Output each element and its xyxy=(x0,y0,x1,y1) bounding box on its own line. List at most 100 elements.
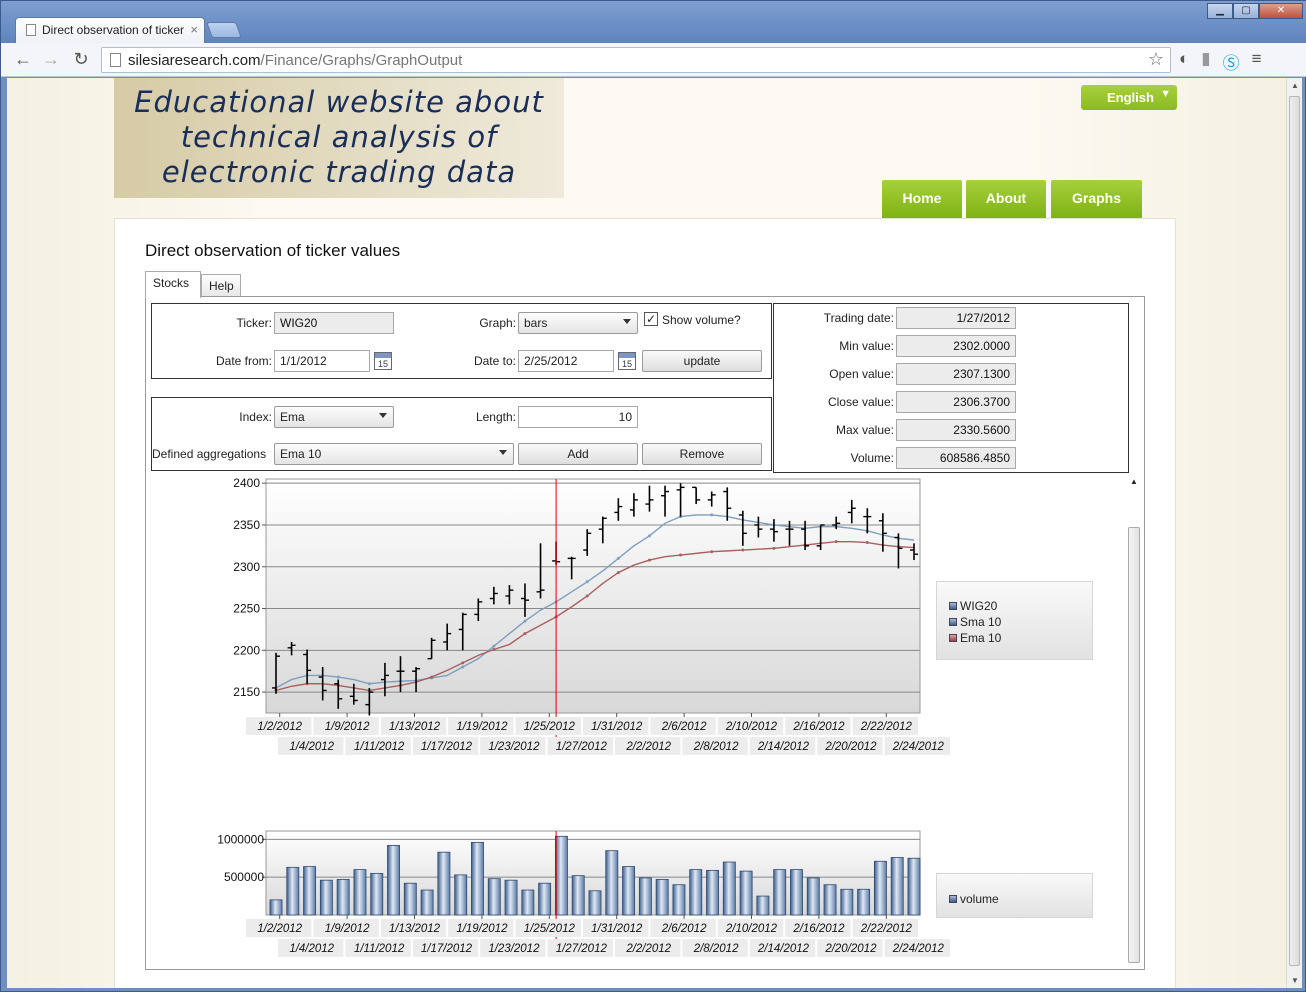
chart-scroll-thumb[interactable] xyxy=(1128,527,1140,963)
back-arrow-icon[interactable]: ← xyxy=(13,49,33,69)
sma-line-point xyxy=(585,580,589,584)
y-tick-label: 1000000 xyxy=(217,832,264,846)
ticker-settings-box: Ticker: WIG20 Graph: bars ✓ Show volume?… xyxy=(151,303,772,379)
add-button[interactable]: Add xyxy=(518,443,638,465)
volume-bar xyxy=(790,869,803,916)
max-value-label: Max value: xyxy=(835,423,894,437)
x-tick-label: 1/27/2012 xyxy=(556,741,608,753)
date-from-label: Date from: xyxy=(215,354,272,368)
x-tick-label: 2/10/2012 xyxy=(725,721,778,733)
volume-bar xyxy=(638,877,652,916)
sma-line-point xyxy=(710,513,714,517)
signal-extension-icon[interactable]: ▮ xyxy=(1201,49,1210,74)
browser-tab-title: Direct observation of ticker xyxy=(42,23,185,37)
extension-icons: ◐ ▮ Ⓢ ≡ xyxy=(1179,49,1262,74)
sma-line-point xyxy=(647,534,651,538)
bookmark-star-icon[interactable]: ☆ xyxy=(1148,49,1164,70)
page-scroll-thumb[interactable] xyxy=(1289,96,1300,966)
price-plot-area xyxy=(265,478,921,714)
legend-label: Ema 10 xyxy=(960,631,1002,645)
volume-value: 608586.4850 xyxy=(896,447,1016,469)
document-icon xyxy=(26,24,36,36)
open-value-label: Open value: xyxy=(829,367,894,381)
graph-type-select[interactable]: bars xyxy=(518,312,638,334)
x-tick-label: 2/14/2012 xyxy=(757,741,810,753)
ema-line-point xyxy=(834,540,838,544)
tab-help[interactable]: Help xyxy=(201,274,241,296)
trading-details-box: Trading date: 1/27/2012 Min value: 2302.… xyxy=(773,303,1129,473)
scroll-down-icon[interactable]: ▼ xyxy=(1291,976,1299,985)
index-select[interactable]: Ema xyxy=(274,406,394,428)
x-tick-label: 1/17/2012 xyxy=(421,943,473,955)
volume-bar xyxy=(890,857,904,916)
date-from-field[interactable]: 1/1/2012 xyxy=(274,350,370,372)
menu-icon[interactable]: ≡ xyxy=(1252,49,1262,74)
forward-arrow-icon[interactable]: → xyxy=(41,49,61,69)
ema-line-point xyxy=(741,548,745,552)
volume-bar xyxy=(605,850,619,916)
x-tick-label: 2/2/2012 xyxy=(625,741,671,753)
ticker-field[interactable]: WIG20 xyxy=(274,312,394,334)
calendar-icon[interactable]: 15 xyxy=(374,352,392,370)
length-label: Length: xyxy=(475,410,516,424)
scroll-up-icon[interactable]: ▲ xyxy=(1130,477,1138,486)
update-button[interactable]: update xyxy=(642,350,762,372)
y-tick-label: 2350 xyxy=(233,518,260,532)
x-tick-label: 1/13/2012 xyxy=(389,721,441,733)
volume-bar xyxy=(387,844,400,916)
browser-tab[interactable]: Direct observation of ticker × xyxy=(15,17,205,43)
close-tab-icon[interactable]: × xyxy=(190,22,198,37)
banner-line: technical analysis of xyxy=(180,120,498,154)
date-to-label: Date to: xyxy=(473,354,516,368)
x-tick-label: 2/10/2012 xyxy=(725,923,778,935)
chart-scrollbar[interactable]: ▲ xyxy=(1126,475,1142,965)
ema-line-point xyxy=(585,594,589,598)
menu-about[interactable]: About xyxy=(966,180,1046,218)
chevron-down-icon xyxy=(499,450,507,455)
x-tick-label: 1/23/2012 xyxy=(488,741,540,753)
tab-strip: Direct observation of ticker × ▁ ▢ ✕ xyxy=(1,1,1306,43)
calendar-icon[interactable]: 15 xyxy=(618,352,636,370)
chevron-down-icon: ▼ xyxy=(1160,88,1171,100)
legend-item-ema: Ema 10 xyxy=(949,630,1092,646)
close-window-button[interactable]: ✕ xyxy=(1259,3,1303,19)
x-tick-label: 1/17/2012 xyxy=(421,741,473,753)
close-value: 2306.3700 xyxy=(896,391,1016,413)
legend-item-sma: Sma 10 xyxy=(949,614,1092,630)
ema-line-point xyxy=(710,550,714,554)
aggregations-select[interactable]: Ema 10 xyxy=(274,443,514,465)
menu-home[interactable]: Home xyxy=(882,180,962,218)
stocks-panel: Ticker: WIG20 Graph: bars ✓ Show volume?… xyxy=(145,296,1145,970)
show-volume-checkbox[interactable]: ✓ xyxy=(644,312,658,326)
skype-icon[interactable]: Ⓢ xyxy=(1223,49,1240,74)
scroll-up-icon[interactable]: ▲ xyxy=(1291,81,1299,90)
new-tab-button[interactable] xyxy=(206,22,242,38)
remove-button[interactable]: Remove xyxy=(642,443,762,465)
tab-stocks[interactable]: Stocks xyxy=(145,271,201,298)
volume-bar xyxy=(873,860,887,916)
menu-graphs[interactable]: Graphs xyxy=(1051,180,1142,218)
volume-bar xyxy=(706,869,719,916)
legend-swatch xyxy=(949,895,957,903)
graph-label: Graph: xyxy=(479,316,516,330)
legend-swatch xyxy=(949,618,957,626)
date-to-field[interactable]: 2/25/2012 xyxy=(518,350,614,372)
maximize-button[interactable]: ▢ xyxy=(1233,3,1259,19)
price-legend: WIG20 Sma 10 Ema 10 xyxy=(936,581,1093,660)
window-controls: ▁ ▢ ✕ xyxy=(1207,3,1303,19)
page-scrollbar[interactable]: ▲ ▼ xyxy=(1286,78,1302,988)
sma-line-point xyxy=(367,682,371,686)
contrast-extension-icon[interactable]: ◐ xyxy=(1179,49,1189,74)
minimize-button[interactable]: ▁ xyxy=(1207,3,1233,19)
volume-legend: volume xyxy=(936,873,1093,918)
language-selector[interactable]: English ▼ xyxy=(1081,85,1177,110)
ticker-label: Ticker: xyxy=(236,316,272,330)
max-value: 2330.5600 xyxy=(896,419,1016,441)
address-bar[interactable]: silesiaresearch.com/Finance/Graphs/Graph… xyxy=(101,47,1171,73)
ema-line-point xyxy=(865,541,869,545)
reload-icon[interactable]: ↻ xyxy=(71,49,91,69)
length-field[interactable]: 10 xyxy=(518,406,638,428)
min-value: 2302.0000 xyxy=(896,335,1016,357)
ema-line-point xyxy=(772,546,776,550)
x-tick-label: 1/19/2012 xyxy=(456,923,508,935)
